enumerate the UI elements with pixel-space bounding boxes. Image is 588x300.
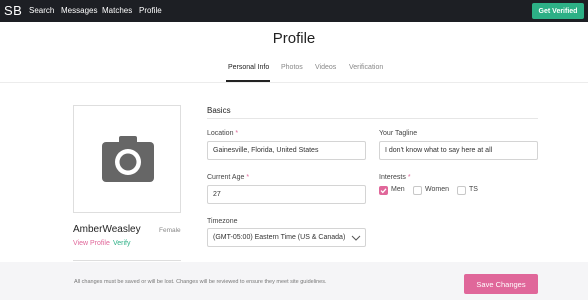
age-input[interactable]: 27 [207, 185, 366, 204]
header-divider [0, 82, 588, 83]
age-label-text: Current Age [207, 174, 245, 181]
nav-messages[interactable]: Messages [61, 6, 97, 15]
basics-section-title: Basics [207, 106, 231, 115]
page-title: Profile [272, 30, 316, 47]
location-input[interactable]: Gainesville, Florida, United States [207, 141, 366, 160]
site-logo[interactable]: SB [4, 3, 22, 18]
nav-search[interactable]: Search [29, 6, 54, 15]
required-marker: * [246, 174, 250, 181]
interest-men-label: Men [391, 186, 405, 193]
age-label: Current Age * [207, 174, 249, 181]
view-profile-link[interactable]: View Profile [73, 240, 110, 247]
interest-men-checkbox[interactable] [379, 186, 388, 195]
top-navigation-bar: SB Search Messages Matches Profile Get V… [0, 0, 588, 22]
tab-personal-info[interactable]: Personal Info [228, 64, 269, 71]
verify-link[interactable]: Verify [113, 240, 131, 247]
tagline-input[interactable]: I don't know what to say here at all [379, 141, 538, 160]
location-label-text: Location [207, 130, 234, 137]
interest-women-label: Women [425, 186, 449, 193]
interest-women-checkbox[interactable] [413, 186, 422, 195]
timezone-select[interactable]: (GMT-05:00) Eastern Time (US & Canada) [207, 228, 366, 247]
timezone-selected-value: (GMT-05:00) Eastern Time (US & Canada) [213, 234, 346, 241]
location-label: Location * [207, 130, 238, 137]
nav-matches[interactable]: Matches [102, 6, 132, 15]
save-notice-text: All changes must be saved or will be los… [74, 279, 327, 285]
timezone-label: Timezone [207, 218, 238, 225]
chevron-down-icon [351, 235, 361, 241]
tab-videos[interactable]: Videos [315, 64, 336, 71]
profile-card-divider [73, 260, 181, 261]
interest-ts-label: TS [469, 186, 478, 193]
camera-icon [102, 136, 154, 182]
save-changes-button[interactable]: Save Changes [464, 274, 538, 294]
get-verified-button[interactable]: Get Verified [532, 3, 584, 19]
tab-photos[interactable]: Photos [281, 64, 303, 71]
basics-divider [207, 118, 538, 119]
required-marker: * [235, 130, 239, 137]
tagline-label: Your Tagline [379, 130, 418, 137]
profile-username: AmberWeasley [73, 224, 141, 235]
profile-gender: Female [159, 227, 181, 234]
interest-ts-checkbox[interactable] [457, 186, 466, 195]
tab-verification[interactable]: Verification [349, 64, 383, 71]
required-marker: * [407, 174, 411, 181]
profile-photo-placeholder[interactable] [73, 105, 181, 213]
interests-label: Interests * [379, 174, 411, 181]
interests-label-text: Interests [379, 174, 406, 181]
checkmark-icon [380, 188, 387, 194]
nav-profile[interactable]: Profile [139, 6, 162, 15]
